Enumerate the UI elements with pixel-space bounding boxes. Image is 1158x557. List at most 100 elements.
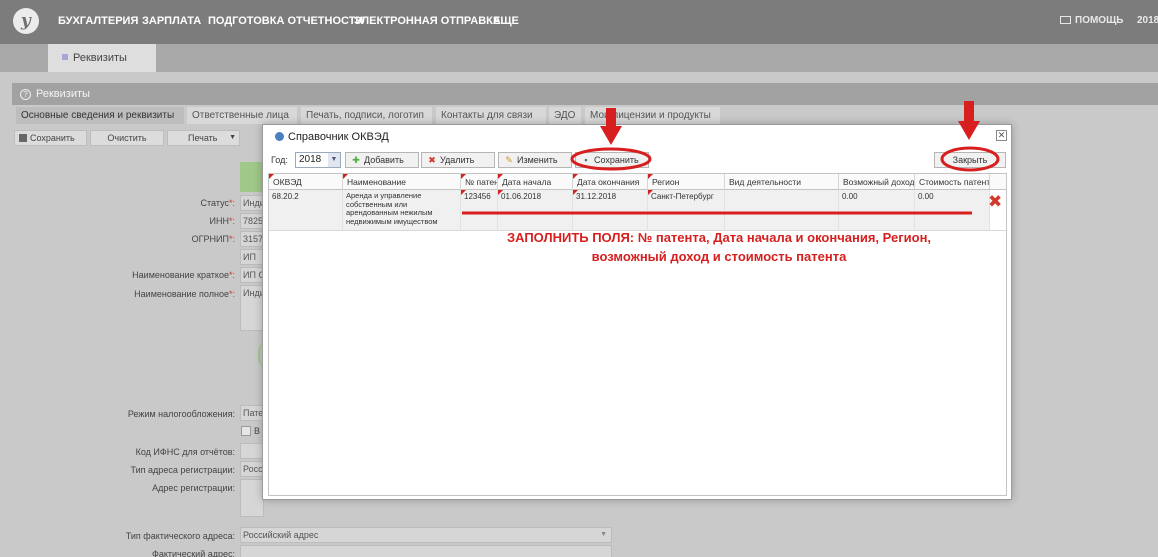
col-header-income[interactable]: Возможный доход [839, 174, 915, 190]
cell-date-end[interactable]: 31.12.2018 [573, 190, 648, 231]
inn-label: ИНН*: [209, 216, 235, 226]
year-indicator[interactable]: 2018 [1137, 0, 1158, 44]
annotation-line-1: ЗАПОЛНИТЬ ПОЛЯ: № патента, Дата начала и… [506, 230, 932, 245]
inn-field[interactable]: 7825 [240, 213, 264, 229]
reg-addr-type-label: Тип адреса регистрации: [130, 465, 235, 475]
cell-okved[interactable]: 68.20.2 [269, 190, 343, 231]
tab-main-info[interactable]: Основные сведения и реквизиты [16, 107, 184, 124]
col-header-cost[interactable]: Стоимость патента [915, 174, 990, 190]
fact-addr-type-field[interactable]: Российский адрес ▼ [240, 527, 612, 543]
ip-field[interactable]: ИП [240, 249, 264, 265]
add-button[interactable]: ✚ Добавить [345, 152, 419, 168]
cell-cost[interactable]: 0.00 [915, 190, 990, 231]
year-select[interactable]: 2018 ▼ [295, 152, 341, 168]
required-marker [269, 174, 274, 179]
nav-item-salary[interactable]: ЗАРПЛАТА [142, 0, 201, 44]
tax-checkbox[interactable] [241, 426, 251, 436]
doc-tab-requisites[interactable]: Реквизиты [48, 44, 156, 72]
dialog-save-button[interactable]: ▪ Сохранить [575, 152, 649, 168]
help-label: ПОМОЩЬ [1075, 15, 1124, 26]
floppy-icon: ▪ [584, 155, 588, 165]
cell-region[interactable]: Санкт-Петербург [648, 190, 725, 231]
help-link[interactable]: ПОМОЩЬ [1060, 0, 1123, 44]
fact-addr-field[interactable] [240, 545, 612, 557]
tax-mode-label: Режим налогообложения: [127, 409, 235, 419]
dialog-title: Справочник ОКВЭД [275, 131, 389, 143]
nav-item-e-sending[interactable]: ЭЛЕКТРОННАЯ ОТПРАВКА [354, 0, 501, 44]
status-label: Статус*: [200, 198, 235, 208]
ogrnip-field[interactable]: 3157 [240, 231, 264, 247]
app-logo[interactable]: у [13, 8, 39, 34]
ogrnip-label: ОГРНИП*: [191, 234, 235, 244]
col-header-patent[interactable]: № патента [461, 174, 498, 190]
ifns-field[interactable] [240, 443, 264, 459]
required-marker [498, 190, 503, 195]
col-header-name[interactable]: Наименование [343, 174, 461, 190]
close-icon[interactable]: ✕ [996, 130, 1007, 141]
cell-income[interactable]: 0.00 [839, 190, 915, 231]
col-header-region[interactable]: Регион [648, 174, 725, 190]
reg-addr-type-field[interactable]: Росси [240, 461, 264, 477]
cell-name[interactable]: Аренда и управление собственным или арен… [343, 190, 461, 231]
tab-responsible[interactable]: Ответственные лица [187, 107, 297, 124]
year-label: Год: [271, 155, 288, 165]
delete-button[interactable]: ✖ Удалить [421, 152, 495, 168]
help-circle-icon[interactable]: ? [20, 89, 31, 100]
col-header-activity[interactable]: Вид деятельности [725, 174, 839, 190]
tab-print-sign[interactable]: Печать, подписи, логотип [301, 107, 432, 124]
save-button[interactable]: Сохранить [14, 130, 87, 146]
full-name-label: Наименование полное*: [134, 289, 235, 299]
delete-x-icon: ✖ [428, 155, 436, 165]
required-marker [461, 190, 466, 195]
top-bar: у БУХГАЛТЕРИЯ ЗАРПЛАТА ПОДГОТОВКА ОТЧЕТН… [0, 0, 1158, 44]
edit-button[interactable]: ✎ Изменить [498, 152, 572, 168]
nav-item-accounting[interactable]: БУХГАЛТЕРИЯ [58, 0, 138, 44]
required-marker [573, 190, 578, 195]
pencil-icon: ✎ [505, 155, 513, 165]
mail-icon [1060, 16, 1071, 24]
tab-licenses[interactable]: Мои лицензии и продукты [585, 107, 720, 124]
tax-mode-field[interactable]: Пате [240, 405, 264, 421]
annotation-text: ЗАПОЛНИТЬ ПОЛЯ: № патента, Дата начала и… [474, 228, 964, 266]
required-marker [648, 190, 653, 195]
chevron-down-icon: ▼ [600, 531, 607, 538]
col-header-action [990, 174, 1006, 190]
required-marker [343, 174, 348, 179]
col-header-date-end[interactable]: Дата окончания [573, 174, 648, 190]
print-button[interactable]: Печать ▼ [167, 130, 240, 146]
tab-square-icon [62, 54, 68, 60]
short-name-label: Наименование краткое*: [132, 270, 235, 280]
chevron-down-icon: ▼ [328, 153, 340, 167]
delete-row-icon[interactable]: ✖ [988, 193, 1002, 210]
status-field[interactable]: Инди [240, 195, 264, 211]
chevron-down-icon: ▼ [229, 134, 236, 141]
okved-table: ОКВЭД Наименование № патента Дата начала… [268, 173, 1007, 496]
reg-addr-label: Адрес регистрации: [152, 483, 235, 493]
doc-tab-label: Реквизиты [73, 52, 127, 64]
print-label: Печать [188, 133, 218, 143]
tab-contacts[interactable]: Контакты для связи [436, 107, 546, 124]
clear-button[interactable]: Очистить [90, 130, 164, 146]
tax-checkbox-label: В [254, 426, 261, 436]
save-label: Сохранить [30, 133, 75, 143]
reg-addr-field[interactable] [240, 479, 264, 517]
col-header-date-start[interactable]: Дата начала [498, 174, 573, 190]
nav-item-more[interactable]: ЕЩЕ [493, 0, 519, 44]
dialog-close-button[interactable]: Закрыть [934, 152, 1006, 168]
fact-addr-label: Фактический адрес: [152, 549, 235, 557]
tab-edo[interactable]: ЭДО [549, 107, 581, 124]
short-name-field[interactable]: ИП С [240, 267, 264, 283]
col-header-okved[interactable]: ОКВЭД [269, 174, 343, 190]
panel-header: ? Реквизиты [12, 83, 1158, 105]
annotation-line-2: возможный доход и стоимость патента [591, 249, 847, 264]
cell-patent-no[interactable]: 123456 [461, 190, 498, 231]
cell-date-start[interactable]: 01.06.2018 [498, 190, 573, 231]
required-marker [461, 174, 466, 179]
fact-addr-type-label: Тип фактического адреса: [125, 531, 235, 541]
required-marker [573, 174, 578, 179]
nav-item-reporting[interactable]: ПОДГОТОВКА ОТЧЕТНОСТИ [208, 0, 363, 44]
cell-activity[interactable] [725, 190, 839, 231]
full-name-field[interactable]: Инди [240, 285, 264, 331]
ifns-label: Код ИФНС для отчётов: [135, 447, 235, 457]
fact-addr-type-value: Российский адрес [243, 530, 319, 540]
